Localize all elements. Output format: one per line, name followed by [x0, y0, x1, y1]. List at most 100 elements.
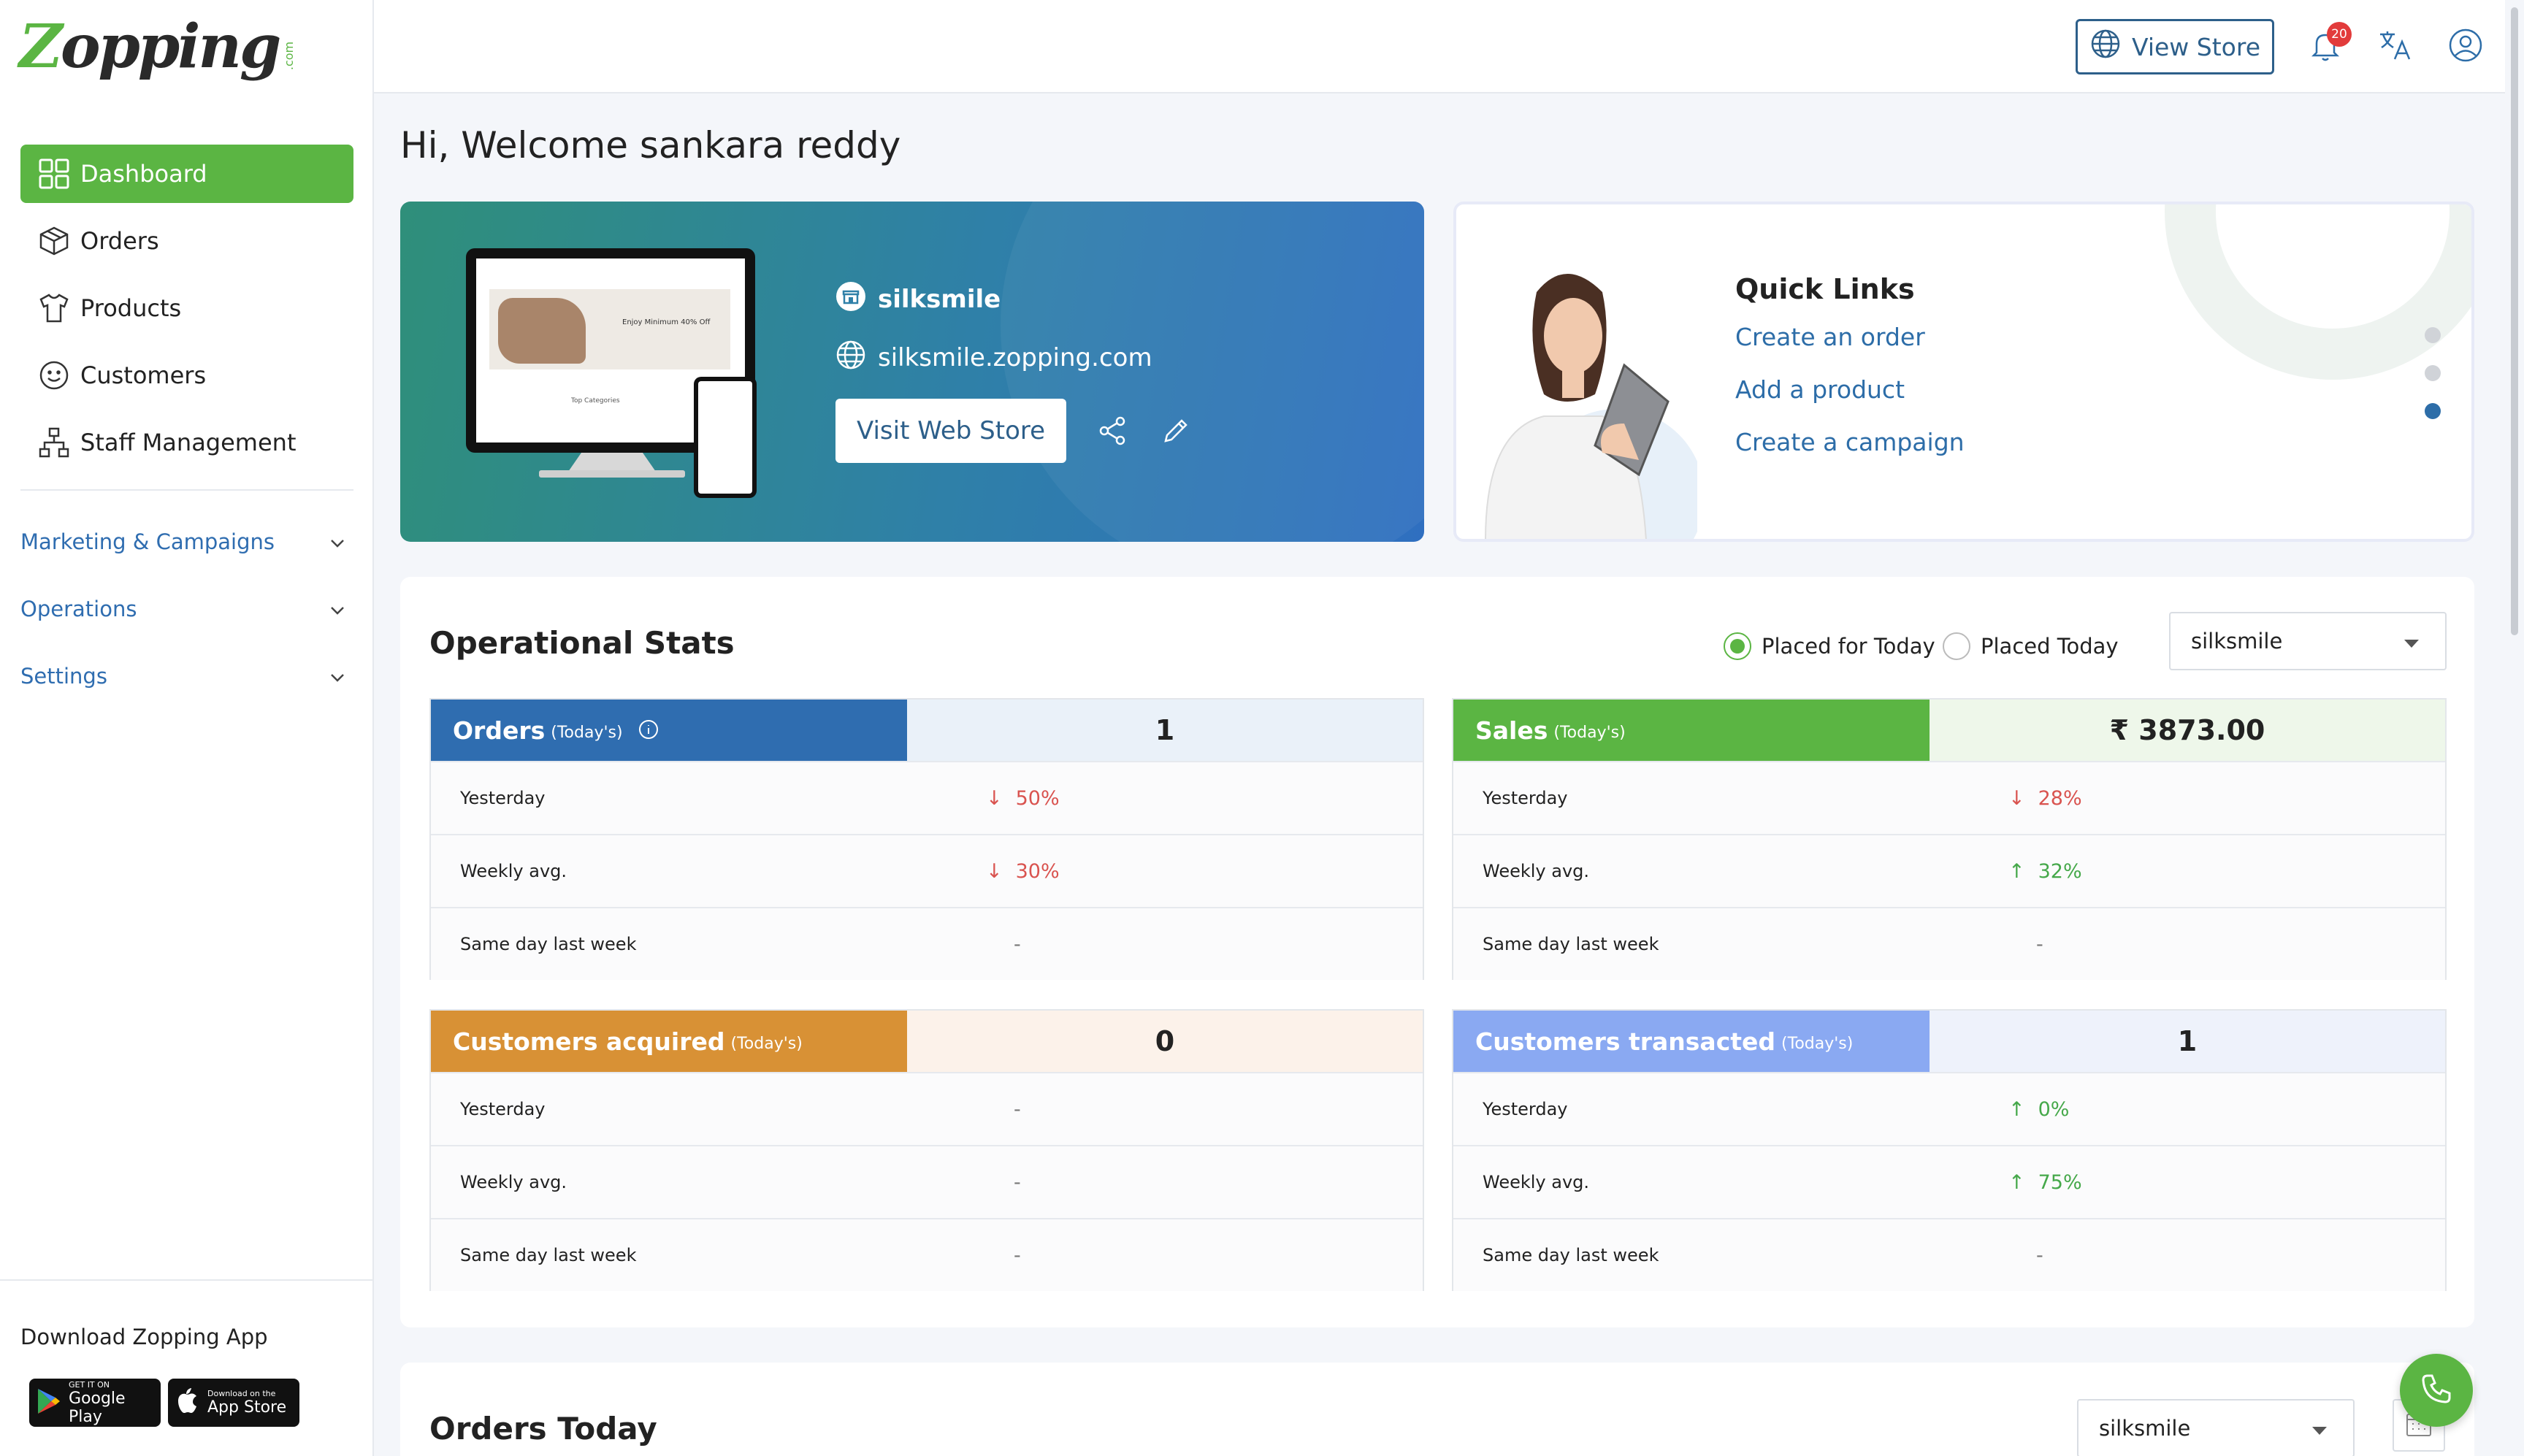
- share-icon[interactable]: [1095, 413, 1131, 448]
- sidebar-group-label: Settings: [20, 664, 107, 689]
- notification-badge: 20: [2327, 22, 2352, 47]
- operational-stats-title: Operational Stats: [429, 625, 735, 661]
- translate-icon: [2377, 27, 2414, 66]
- scrollbar-thumb[interactable]: [2511, 7, 2518, 635]
- stat-title: Sales: [1475, 716, 1548, 745]
- radio-placed-today[interactable]: Placed Today: [1943, 632, 2119, 660]
- store-select-dropdown[interactable]: silksmile: [2169, 612, 2447, 670]
- store-url[interactable]: silksmile.zopping.com: [878, 343, 1152, 372]
- sidebar-divider: [20, 489, 353, 491]
- stat-row-label: Weekly avg.: [1483, 1172, 1590, 1192]
- customers-transacted-stat-label: Customers transacted (Today's): [1453, 1011, 1930, 1072]
- call-support-button[interactable]: [2400, 1354, 2473, 1427]
- orders-today-store-select[interactable]: silksmile: [2077, 1399, 2355, 1456]
- arrow-up-icon: ↑: [2008, 1097, 2025, 1121]
- page-scrollbar[interactable]: [2505, 0, 2524, 1456]
- google-play-icon: [37, 1387, 61, 1418]
- store-url-row: silksmile.zopping.com: [835, 337, 1152, 378]
- globe-icon: [835, 340, 866, 377]
- phone-icon: [2419, 1371, 2454, 1409]
- stat-row-label: Same day last week: [1483, 1245, 1659, 1265]
- monitor-stand: [568, 453, 656, 472]
- create-campaign-link[interactable]: Create a campaign: [1735, 428, 1965, 456]
- sidebar-group-marketing[interactable]: Marketing & Campaigns: [20, 520, 353, 564]
- stat-row-label: Same day last week: [460, 934, 637, 954]
- apple-icon: [175, 1387, 200, 1418]
- quick-links-card: Quick Links Create an order Add a produc…: [1453, 202, 2474, 542]
- add-product-link[interactable]: Add a product: [1735, 375, 1905, 404]
- welcome-heading: Hi, Welcome sankara reddy: [400, 124, 901, 166]
- quick-links-title: Quick Links: [1735, 273, 1915, 305]
- stat-row-label: Yesterday: [1483, 788, 1568, 808]
- stat-row-label: Same day last week: [460, 1245, 637, 1265]
- visit-web-store-button[interactable]: Visit Web Store: [835, 399, 1066, 463]
- download-app-section: Download Zopping App GET IT ON Google Pla…: [0, 1279, 372, 1456]
- stat-row-value: -: [1014, 1170, 1021, 1194]
- orders-stat-label: Orders (Today's): [431, 700, 907, 761]
- view-store-label: View Store: [2131, 32, 2261, 61]
- dashboard-icon: [38, 158, 70, 190]
- globe-icon: [2089, 28, 2122, 66]
- stat-row-value: 75%: [2038, 1170, 2082, 1194]
- notifications-button[interactable]: 20: [2305, 22, 2352, 67]
- sidebar-item-orders[interactable]: Orders: [20, 212, 353, 270]
- sales-stat-card: Sales (Today's) ₹ 3873.00 Yesterday ↓ 28% …: [1452, 698, 2447, 980]
- view-store-button[interactable]: View Store: [2076, 19, 2274, 74]
- stat-title: Customers transacted: [1475, 1027, 1776, 1056]
- sidebar-item-staff-management[interactable]: Staff Management: [20, 413, 353, 472]
- sidebar-group-settings[interactable]: Settings: [20, 654, 353, 698]
- customers-acquired-stat-value: 0: [907, 1011, 1423, 1072]
- google-play-small: GET IT ON: [69, 1379, 110, 1390]
- sidebar-item-label: Products: [80, 294, 182, 322]
- stat-row-label: Same day last week: [1483, 934, 1659, 954]
- phone-mockup-image: [694, 377, 757, 498]
- carousel-dot-active[interactable]: [2425, 403, 2441, 419]
- store-icon: [835, 281, 866, 318]
- mockup-promo-text: Enjoy Minimum 40% Off: [622, 318, 711, 326]
- orders-stat-value: 1: [907, 700, 1423, 761]
- info-icon[interactable]: [638, 718, 659, 746]
- stat-subtitle: (Today's): [551, 723, 623, 742]
- radio-label: Placed for Today: [1762, 634, 1935, 659]
- sidebar-item-label: Customers: [80, 361, 207, 389]
- stat-title: Orders: [453, 716, 546, 745]
- edit-icon[interactable]: [1158, 413, 1193, 448]
- stat-title: Customers acquired: [453, 1027, 725, 1056]
- store-name-row: silksmile: [835, 279, 1152, 320]
- radio-placed-for-today[interactable]: Placed for Today: [1724, 632, 1935, 660]
- sidebar-group-operations[interactable]: Operations: [20, 587, 353, 631]
- orders-today-panel: Orders Today silksmile: [400, 1363, 2474, 1456]
- radio-label: Placed Today: [1981, 634, 2119, 659]
- mockup-categories-text: Top Categories: [571, 397, 620, 405]
- sidebar-item-customers[interactable]: Customers: [20, 346, 353, 405]
- sidebar-group-label: Marketing & Campaigns: [20, 529, 275, 554]
- app-store-button[interactable]: Download on the App Store: [168, 1379, 299, 1427]
- carousel-dot[interactable]: [2425, 327, 2441, 343]
- orders-today-title: Orders Today: [429, 1411, 657, 1447]
- stat-row-value: 32%: [2038, 859, 2082, 883]
- stat-row: Same day last week -: [1453, 907, 2445, 980]
- language-button[interactable]: [2375, 26, 2416, 67]
- carousel-dot[interactable]: [2425, 365, 2441, 381]
- store-select-value: silksmile: [2191, 629, 2283, 654]
- sidebar-item-products[interactable]: Products: [20, 279, 353, 337]
- stat-row-value: 30%: [1015, 859, 1060, 883]
- create-order-link[interactable]: Create an order: [1735, 323, 1925, 351]
- stat-row-value: 50%: [1015, 786, 1060, 810]
- stat-row: Weekly avg. -: [431, 1145, 1423, 1218]
- stat-subtitle: (Today's): [730, 1034, 803, 1053]
- sidebar-item-label: Dashboard: [80, 160, 207, 188]
- sidebar-item-dashboard[interactable]: Dashboard: [20, 145, 353, 203]
- zopping-logo[interactable]: Zopping .com: [19, 12, 304, 82]
- stat-row-label: Weekly avg.: [460, 861, 567, 881]
- google-play-button[interactable]: GET IT ON Google Play: [29, 1379, 161, 1427]
- customers-transacted-stat-card: Customers transacted (Today's) 1 Yesterd…: [1452, 1009, 2447, 1291]
- stat-row-label: Yesterday: [460, 1099, 546, 1119]
- customers-transacted-stat-value: 1: [1930, 1011, 2445, 1072]
- woman-with-tablet-image: [1456, 248, 1705, 539]
- stat-row-value: -: [1014, 932, 1021, 956]
- account-button[interactable]: [2445, 26, 2486, 67]
- sidebar-group-label: Operations: [20, 597, 137, 621]
- stat-row: Yesterday ↓ 28%: [1453, 761, 2445, 834]
- app-store-small: Download on the: [207, 1389, 276, 1398]
